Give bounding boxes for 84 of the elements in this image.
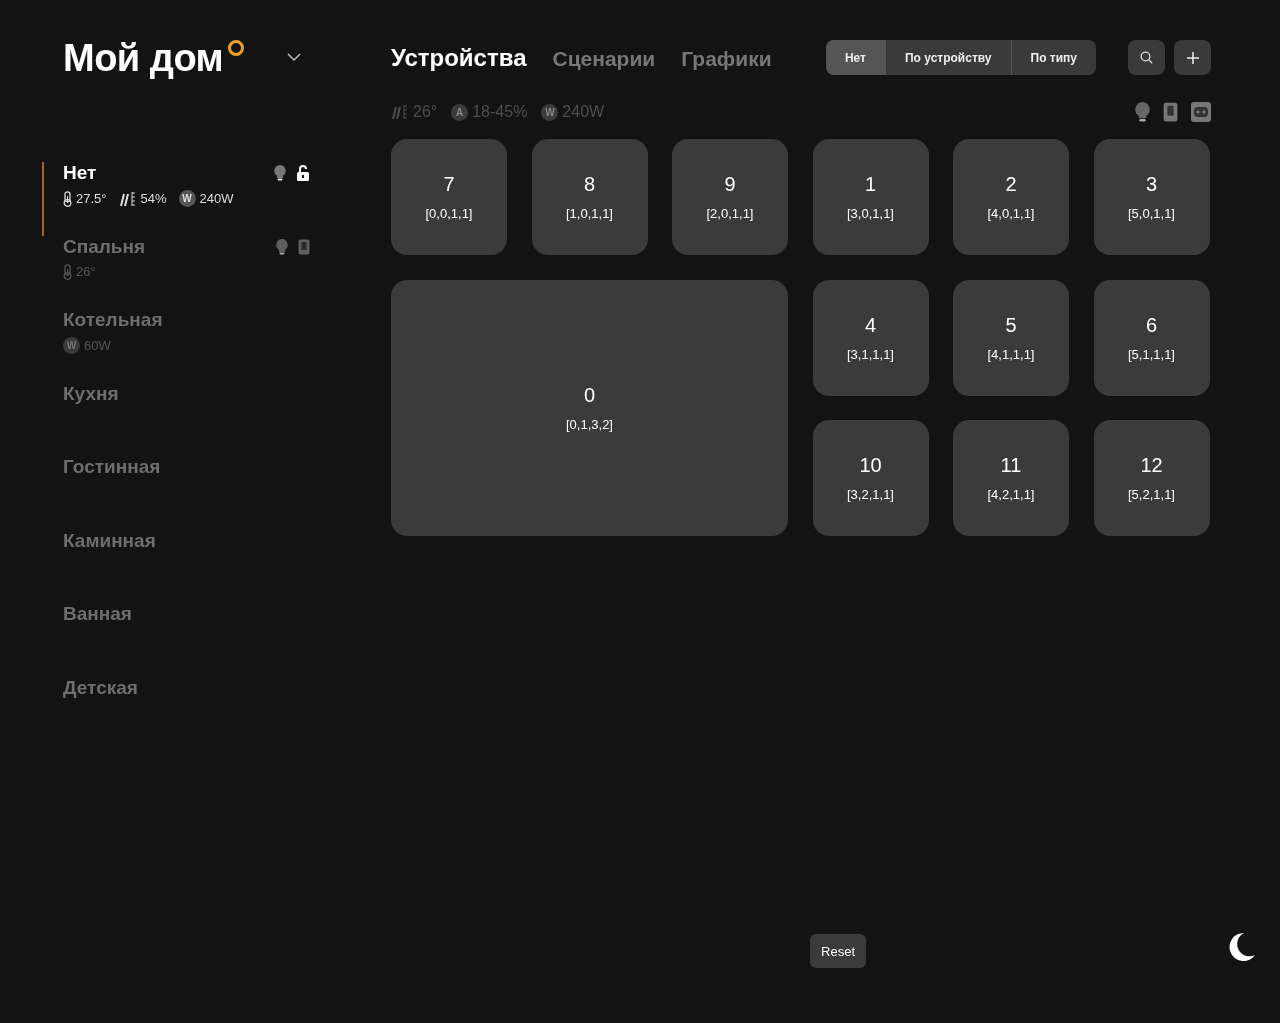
tile-position: [5,0,1,1] <box>1128 206 1175 221</box>
room-item[interactable]: Нет 27.5° 54% W 240W <box>42 162 310 236</box>
tile-position: [4,2,1,1] <box>987 487 1035 502</box>
device-tile[interactable]: 10 [3,2,1,1] <box>812 420 929 536</box>
tile-number: 7 <box>443 173 455 196</box>
sensor-value: 27.5° <box>76 191 107 206</box>
unit-badge: W <box>178 190 196 207</box>
tile-position: [0,1,3,2] <box>566 416 613 432</box>
unit-badge: A <box>451 103 469 121</box>
socket-icon[interactable] <box>1191 102 1211 122</box>
tile-number: 11 <box>1000 454 1022 477</box>
device-tile[interactable]: 7 [0,0,1,1] <box>391 139 507 255</box>
sensor-value: 26° <box>413 103 438 121</box>
tile-number: 5 <box>1005 313 1017 337</box>
room-item[interactable]: Кухня <box>63 382 310 456</box>
tile-number: 10 <box>859 454 882 477</box>
tile-number: 12 <box>1140 454 1163 477</box>
tile-number: 4 <box>864 313 877 337</box>
switch-icon <box>298 238 310 255</box>
room-item[interactable]: Спальня 26° <box>63 235 310 309</box>
tile-number: 8 <box>583 173 596 196</box>
room-item[interactable]: Детская <box>63 676 310 750</box>
room-item[interactable]: Ванная <box>63 603 310 677</box>
grouping-option[interactable]: Нет <box>825 40 885 75</box>
tile-position: [3,0,1,1] <box>847 206 894 221</box>
tab[interactable]: Сценарии <box>552 46 656 71</box>
tile-position: [3,1,1,1] <box>847 346 894 362</box>
tab[interactable]: Устройства <box>391 43 527 72</box>
tile-number: 2 <box>1005 173 1017 196</box>
tile-position: [4,1,1,1] <box>987 346 1035 362</box>
device-tile[interactable]: 6 [5,1,1,1] <box>1093 279 1210 396</box>
bulb-icon <box>274 165 286 181</box>
sensor-value: 240W <box>199 191 234 206</box>
add-button[interactable] <box>1174 40 1211 75</box>
tile-position: [3,2,1,1] <box>847 487 894 502</box>
grouping-option[interactable]: По типу <box>1010 40 1096 75</box>
tile-position: [5,2,1,1] <box>1128 487 1175 502</box>
device-tile[interactable]: 1 [3,0,1,1] <box>812 139 929 255</box>
unit-badge: W <box>63 337 80 354</box>
tile-number: 3 <box>1145 173 1158 196</box>
tile-position: [4,0,1,1] <box>987 206 1035 221</box>
ring-icon <box>227 39 246 57</box>
tile-number: 6 <box>1145 313 1158 337</box>
switch-icon[interactable] <box>1163 102 1178 122</box>
padlock-icon <box>296 165 310 181</box>
bulb-icon <box>276 238 288 255</box>
room-item[interactable]: Гостинная <box>63 456 310 530</box>
search-button[interactable] <box>1128 40 1165 75</box>
device-tile[interactable]: 4 [3,1,1,1] <box>812 279 929 396</box>
tile-position: [2,0,1,1] <box>706 206 754 221</box>
device-tile[interactable]: 0 [0,1,3,2] <box>391 279 788 536</box>
device-tile[interactable]: 8 [1,0,1,1] <box>531 139 648 255</box>
moon-icon[interactable] <box>1228 932 1256 962</box>
humidity-icon <box>118 190 137 207</box>
unit-badge: W <box>541 103 559 121</box>
plus-icon <box>1186 51 1199 64</box>
sensor-value: 26° <box>76 264 96 279</box>
device-tile[interactable]: 11 [4,2,1,1] <box>953 420 1069 536</box>
search-icon <box>1140 51 1153 64</box>
tile-position: [0,0,1,1] <box>425 206 473 221</box>
tile-position: [5,1,1,1] <box>1128 346 1175 362</box>
tile-number: 1 <box>864 173 877 196</box>
room-item[interactable]: Котельная W 60W <box>63 309 310 383</box>
room-item[interactable]: Каминная <box>63 529 310 603</box>
thermometer-icon <box>63 190 72 207</box>
device-tile[interactable]: 5 [4,1,1,1] <box>953 279 1069 396</box>
device-tile[interactable]: 3 [5,0,1,1] <box>1093 139 1210 255</box>
reset-button[interactable]: Reset <box>810 934 866 968</box>
sensor-value: 240W <box>562 103 605 121</box>
humidity-icon <box>391 104 409 120</box>
device-tile[interactable]: 2 [4,0,1,1] <box>953 139 1069 255</box>
device-tile[interactable]: 12 [5,2,1,1] <box>1093 420 1210 536</box>
tile-number: 9 <box>724 173 736 196</box>
sensor-value: 60W <box>84 338 111 353</box>
sensor-value: 54% <box>140 191 167 206</box>
thermometer-icon <box>63 263 72 280</box>
chevron-down-icon[interactable] <box>287 53 302 61</box>
sensor-value: 18-45% <box>472 103 528 121</box>
home-title: Мой дом <box>63 36 224 80</box>
device-tile[interactable]: 9 [2,0,1,1] <box>672 139 788 255</box>
tile-number: 0 <box>583 383 596 407</box>
bulb-icon[interactable] <box>1135 102 1150 122</box>
tab[interactable]: Графики <box>681 46 772 71</box>
tile-position: [1,0,1,1] <box>566 206 613 221</box>
